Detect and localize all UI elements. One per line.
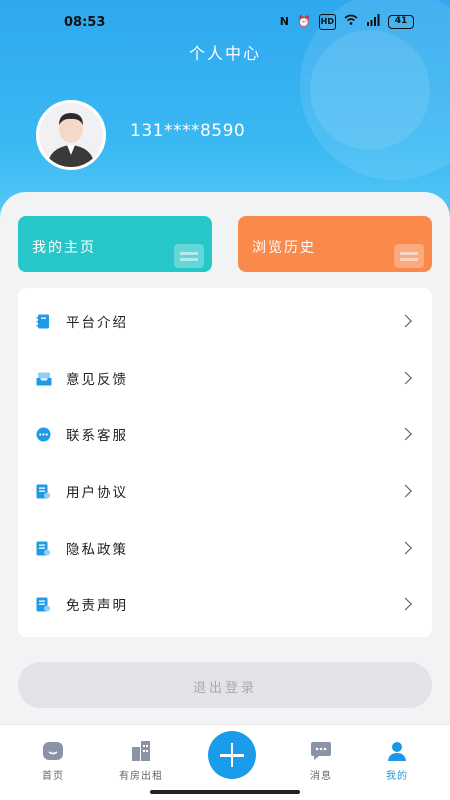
document-icon xyxy=(36,484,50,499)
battery-icon: 41 xyxy=(388,15,414,29)
tab-messages-label: 消息 xyxy=(310,771,332,782)
user-icon xyxy=(386,741,408,761)
phone-number: 131****8590 xyxy=(130,121,246,141)
menu-item-feedback[interactable]: 意见反馈 xyxy=(18,350,432,407)
menu-item-platform-intro[interactable]: 平台介绍 xyxy=(18,293,432,350)
page-title: 个人中心 xyxy=(188,44,261,63)
tab-bar: 首页 有房出租 消息 我的 xyxy=(0,724,450,800)
message-icon xyxy=(310,741,332,761)
chevron-right-icon xyxy=(399,597,412,611)
menu-item-label: 平台介绍 xyxy=(66,315,128,332)
inbox-icon xyxy=(36,371,52,386)
user-avatar-icon xyxy=(39,103,103,167)
menu-item-customer-service[interactable]: 联系客服 xyxy=(18,406,432,463)
menu-item-label: 联系客服 xyxy=(66,428,128,445)
chevron-right-icon xyxy=(399,428,412,441)
avatar[interactable] xyxy=(36,100,106,170)
chat-icon xyxy=(36,427,51,442)
homepage-card-icon xyxy=(174,244,204,268)
chevron-right-icon xyxy=(399,484,412,498)
menu-item-label: 用户协议 xyxy=(66,485,128,502)
my-homepage-card[interactable]: 我的主页 xyxy=(18,216,212,272)
browse-history-card[interactable]: 浏览历史 xyxy=(238,216,432,272)
tab-rent-label: 有房出租 xyxy=(119,771,163,782)
tab-mine-label: 我的 xyxy=(386,771,408,782)
browse-history-label: 浏览历史 xyxy=(252,240,316,256)
status-time: 08:53 xyxy=(64,15,106,30)
history-card-icon xyxy=(394,244,424,268)
tab-rent[interactable]: 有房出租 xyxy=(106,741,176,782)
alarm-icon: ⏰ xyxy=(296,15,311,28)
chevron-right-icon xyxy=(399,371,412,385)
nfc-icon: N xyxy=(279,15,289,28)
tab-home[interactable]: 首页 xyxy=(18,741,88,782)
menu-item-label: 隐私政策 xyxy=(66,541,128,558)
chevron-right-icon xyxy=(399,541,412,555)
book-icon xyxy=(36,314,50,329)
chevron-right-icon xyxy=(399,314,412,328)
signal-icon xyxy=(366,14,380,30)
document-icon xyxy=(36,597,50,612)
tab-home-label: 首页 xyxy=(42,771,64,782)
menu-item-privacy-policy[interactable]: 隐私政策 xyxy=(18,519,432,576)
menu-item-label: 意见反馈 xyxy=(66,371,128,388)
my-homepage-label: 我的主页 xyxy=(32,240,96,256)
status-icons: N ⏰ HD 41 xyxy=(280,14,414,30)
tab-messages[interactable]: 消息 xyxy=(286,741,356,782)
status-bar: 08:53 N ⏰ HD 41 xyxy=(0,0,450,44)
document-icon xyxy=(36,541,50,556)
settings-menu: 平台介绍 意见反馈 联系客服 用户协议 隐私政策 免责声明 xyxy=(18,288,432,637)
wifi-icon xyxy=(344,14,358,30)
building-icon xyxy=(130,741,152,761)
add-button[interactable] xyxy=(208,731,256,779)
home-icon xyxy=(42,741,64,761)
menu-item-disclaimer[interactable]: 免责声明 xyxy=(18,576,432,633)
home-indicator xyxy=(150,790,300,794)
menu-item-label: 免责声明 xyxy=(66,598,128,615)
logout-button[interactable]: 退出登录 xyxy=(18,662,432,708)
hd-icon: HD xyxy=(318,14,336,30)
main-content: 我的主页 浏览历史 平台介绍 意见反馈 联系客服 用户协议 隐私政策 免责声明 … xyxy=(0,192,450,732)
tab-mine[interactable]: 我的 xyxy=(362,741,432,782)
menu-item-user-agreement[interactable]: 用户协议 xyxy=(18,463,432,520)
